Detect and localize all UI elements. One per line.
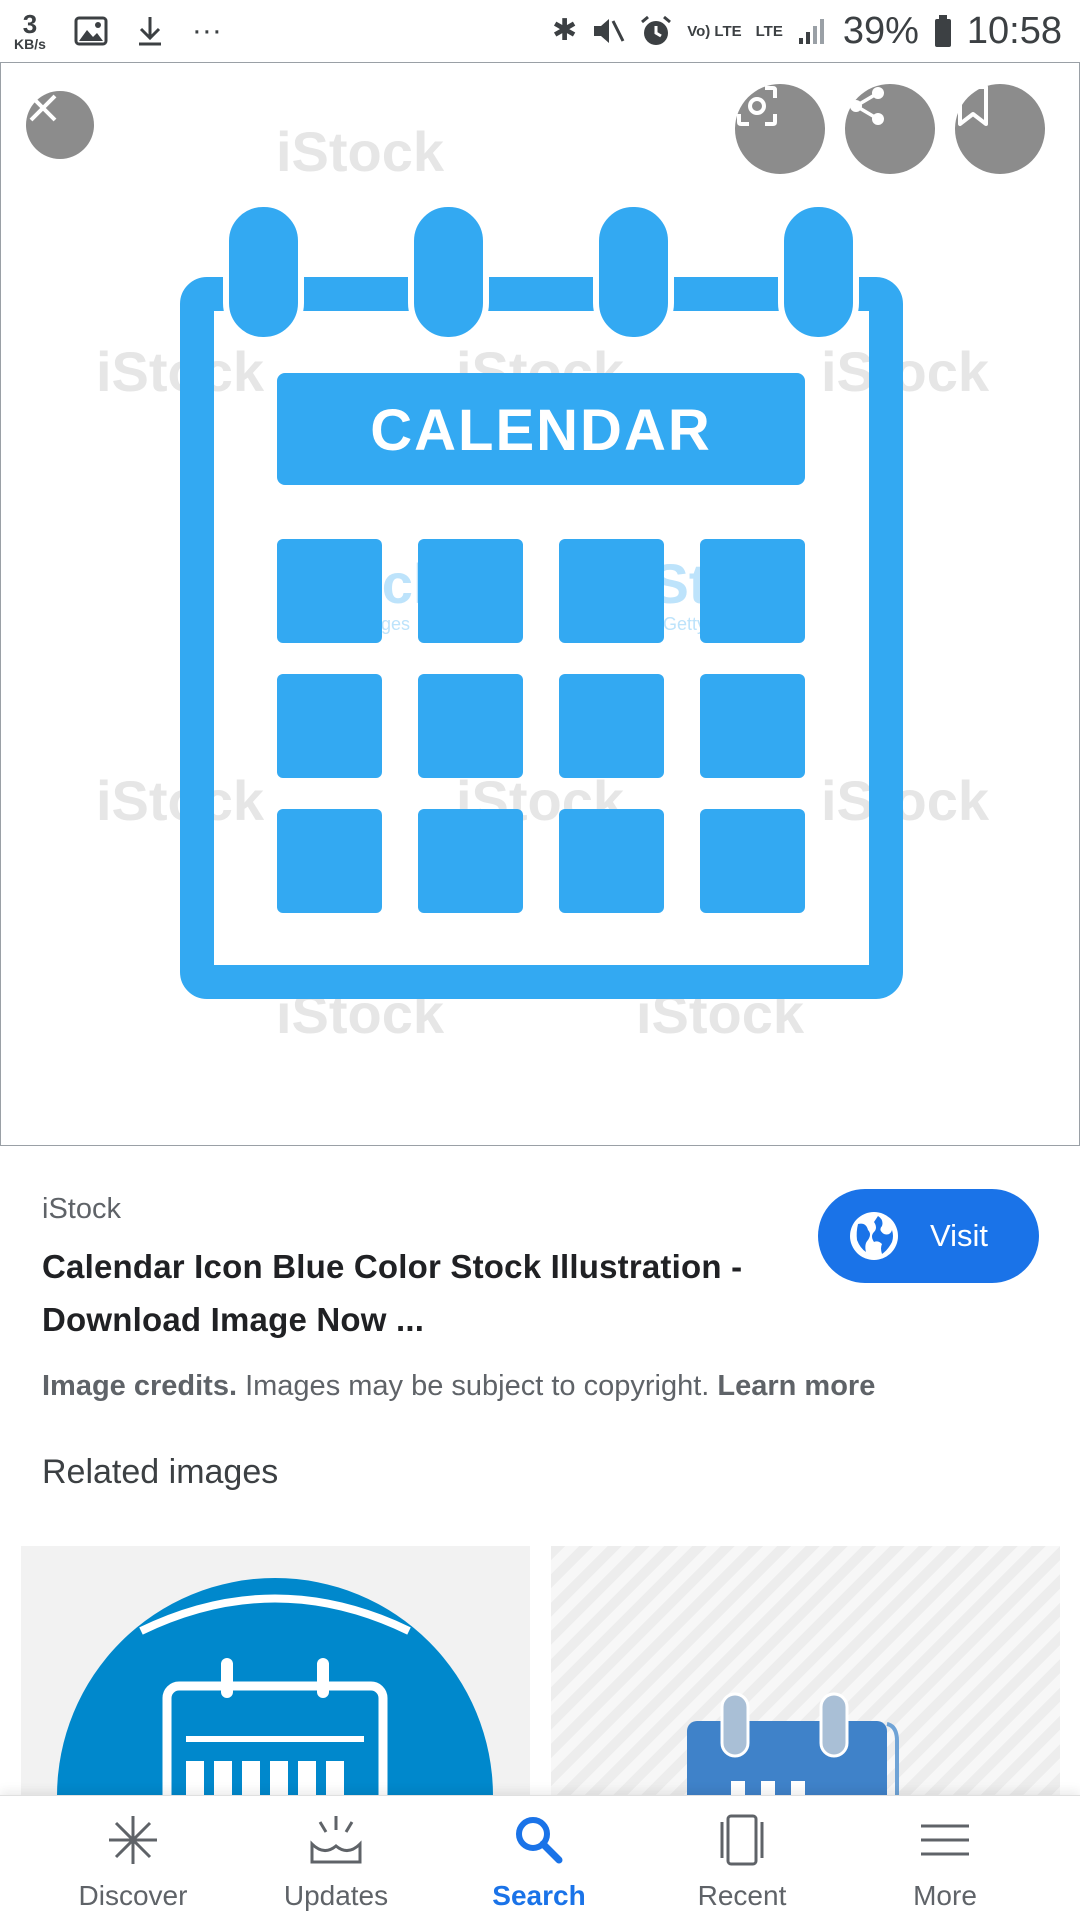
watermark-text: iStock [821,769,990,832]
close-icon [29,94,57,122]
alarm-icon [641,15,672,45]
related-image-2[interactable] [551,1546,1060,1796]
lte-indicator: LTE [755,22,783,40]
image-icon [74,16,108,46]
mute-icon [594,19,625,43]
share-icon [850,87,884,125]
nav-discover[interactable]: Discover [33,1796,233,1921]
share-button[interactable] [845,84,935,174]
network-speed-unit: KB/s [14,36,46,52]
credits-label: Image credits. [42,1370,238,1402]
bluetooth-icon: ✱ [552,14,578,47]
image-viewer[interactable]: iStock by Getty Images iStock iStock iSt… [0,62,1080,1146]
bookmark-icon [958,85,988,126]
globe-icon [850,1212,898,1260]
credits-text: Images may be subject to copyright. [237,1370,718,1402]
nav-label: Search [492,1880,586,1911]
result-source: iStock [42,1193,121,1225]
signal-icon [798,19,824,44]
nav-search[interactable]: Search [439,1796,639,1921]
battery-icon [934,15,951,47]
overflow-dots: ··· [191,14,222,47]
search-icon [516,1817,563,1864]
asterisk-icon [109,1816,157,1864]
calendar-header-text: CALENDAR [370,398,711,463]
image-credits: Image credits. Images may be subject to … [42,1370,875,1403]
visit-label: Visit [930,1218,989,1253]
bookmark-button[interactable] [955,84,1045,174]
nav-label: Discover [78,1880,188,1911]
nav-label: More [913,1880,977,1911]
nav-label: Recent [697,1880,787,1911]
volte-indicator: Vo) LTE [687,22,742,40]
watermark-text: iStock [276,120,445,183]
network-speed-value: 3 [22,9,38,39]
related-image-1[interactable] [21,1546,530,1796]
recent-icon [720,1814,764,1866]
download-icon [138,17,161,46]
menu-icon [921,1824,969,1856]
calendar-image: iStock by Getty Images iStock iStock iSt… [96,120,990,1045]
result-title[interactable]: Calendar Icon Blue Color Stock Illustrat… [42,1240,802,1346]
nav-updates[interactable]: Updates [236,1796,436,1921]
updates-icon [310,1816,362,1864]
lens-icon [737,86,777,126]
nav-recent[interactable]: Recent [642,1796,842,1921]
nav-label: Updates [283,1880,389,1911]
related-images-heading: Related images [42,1453,279,1491]
clock: 10:58 [966,9,1062,52]
nav-more[interactable]: More [845,1796,1045,1921]
calendar-circle-image [57,1578,493,1796]
lens-button[interactable] [735,84,825,174]
bottom-navigation: Discover Updates Search Recent More [0,1795,1080,1921]
visit-button[interactable]: Visit [818,1189,1039,1283]
status-bar: 3 KB/s ··· ✱ Vo) LTE LTE 39% 10:58 [0,0,1080,62]
small-calendar-image [687,1692,899,1796]
battery-percent: 39% [842,9,919,52]
calendar-grid [277,539,805,913]
learn-more-link[interactable]: Learn more [717,1370,875,1402]
calendar-rings [223,201,859,343]
close-button[interactable] [26,91,94,159]
network-speed: 3 KB/s [14,11,46,51]
watermark-text: iStock [821,340,990,403]
